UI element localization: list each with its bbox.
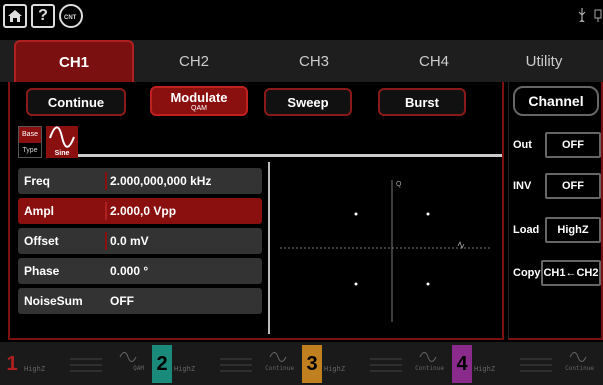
out-row: Out OFF <box>513 132 603 158</box>
wave-type-row: Base Type Sine <box>18 126 502 158</box>
channel-1-status[interactable]: 1 HighZ QAM <box>2 345 150 383</box>
sine-icon <box>49 126 75 148</box>
channel-mode: Continue <box>415 365 444 372</box>
sine-icon <box>419 352 437 362</box>
square-wave-icon <box>220 358 252 372</box>
load-row: Load HighZ <box>513 217 603 243</box>
out-toggle[interactable]: OFF <box>545 132 601 158</box>
param-cursor <box>105 202 107 220</box>
constellation-point <box>354 212 358 216</box>
channel-load: HighZ <box>24 365 46 373</box>
param-label: Freq <box>24 174 51 188</box>
channel-number: 2 <box>152 345 172 383</box>
modulate-label: Modulate <box>170 90 228 105</box>
inv-label: INV <box>513 180 532 192</box>
param-label: Phase <box>24 264 60 278</box>
channel-mode: Continue <box>265 365 294 372</box>
sine-icon <box>119 352 137 362</box>
constellation-display: Q <box>268 162 502 334</box>
svg-text:CNT: CNT <box>64 15 77 21</box>
out-label: Out <box>513 139 532 151</box>
modulate-sub-label: QAM <box>191 105 207 112</box>
main-panel: Continue Modulate QAM Sweep Burst Base T… <box>8 82 504 340</box>
channel-tabs: CH1 CH2 CH3 CH4 Utility <box>0 40 603 82</box>
param-freq[interactable]: Freq 2.000,000,000 kHz <box>18 168 262 194</box>
param-value: 2.000,0 Vpp <box>110 204 177 218</box>
sine-icon <box>269 352 287 362</box>
param-cursor <box>105 232 107 250</box>
counter-icon[interactable]: CNT <box>59 4 83 28</box>
copy-button[interactable]: CH1←CH2 <box>541 260 601 286</box>
type-label: Type <box>22 147 38 154</box>
constellation-point <box>354 282 358 286</box>
modulate-button[interactable]: Modulate QAM <box>150 86 248 116</box>
base-type-selector[interactable]: Base Type <box>18 126 42 158</box>
param-cursor <box>105 172 107 190</box>
channel-number: 4 <box>452 345 472 383</box>
param-label: NoiseSum <box>24 294 83 308</box>
param-phase[interactable]: Phase 0.000 ° <box>18 258 262 284</box>
sine-icon <box>569 352 587 362</box>
type-divider <box>78 154 502 157</box>
sweep-button[interactable]: Sweep <box>264 88 352 116</box>
sine-wave-button[interactable]: Sine <box>46 126 78 158</box>
sine-label: Sine <box>54 150 70 157</box>
top-bar: ? CNT <box>0 0 603 40</box>
tab-ch3[interactable]: CH3 <box>254 40 374 82</box>
param-offset[interactable]: Offset 0.0 mV <box>18 228 262 254</box>
channel-2-status[interactable]: 2 HighZ Continue <box>152 345 300 383</box>
channel-load: HighZ <box>174 365 196 373</box>
channel-mode: QAM <box>133 365 144 372</box>
param-list: Freq 2.000,000,000 kHz Ampl 2.000,0 Vpp … <box>18 168 262 318</box>
square-wave-icon <box>520 358 552 372</box>
channel-number: 3 <box>302 345 322 383</box>
param-value: OFF <box>110 294 134 308</box>
channel-mode: Continue <box>565 365 594 372</box>
param-noisesum[interactable]: NoiseSum OFF <box>18 288 262 314</box>
inv-toggle[interactable]: OFF <box>545 173 601 199</box>
usb-icon <box>577 8 587 25</box>
param-ampl[interactable]: Ampl 2.000,0 Vpp <box>18 198 262 224</box>
channel-status-bar: 1 HighZ QAM 2 HighZ Continue 3 HighZ Con… <box>0 342 603 385</box>
continue-button[interactable]: Continue <box>26 88 126 116</box>
constellation-point <box>426 282 430 286</box>
param-value: 0.0 mV <box>110 234 149 248</box>
channel-load: HighZ <box>324 365 346 373</box>
tab-utility[interactable]: Utility <box>484 40 603 82</box>
channel-title: Channel <box>513 86 599 116</box>
plug-icon <box>593 8 603 25</box>
param-value: 2.000,000,000 kHz <box>110 174 212 188</box>
channel-load: HighZ <box>474 365 496 373</box>
copy-row: Copy CH1←CH2 <box>513 260 603 286</box>
channel-number: 1 <box>6 352 18 375</box>
channel-settings-panel: Channel Out OFF INV OFF Load HighZ Copy … <box>508 82 603 340</box>
channel-3-status[interactable]: 3 HighZ Continue <box>302 345 450 383</box>
tab-ch4[interactable]: CH4 <box>374 40 494 82</box>
param-value: 0.000 ° <box>110 264 149 278</box>
square-wave-icon <box>370 358 402 372</box>
burst-button[interactable]: Burst <box>378 88 466 116</box>
tab-ch2[interactable]: CH2 <box>134 40 254 82</box>
load-label: Load <box>513 224 540 236</box>
base-label: Base <box>19 127 41 143</box>
square-wave-icon <box>70 358 102 372</box>
load-button[interactable]: HighZ <box>545 217 601 243</box>
tab-ch1[interactable]: CH1 <box>14 40 134 82</box>
constellation-point <box>426 212 430 216</box>
axis-tick-marks <box>457 240 465 250</box>
help-icon[interactable]: ? <box>31 4 55 28</box>
home-icon[interactable] <box>3 4 27 28</box>
param-label: Offset <box>24 234 59 248</box>
inv-row: INV OFF <box>513 173 603 199</box>
q-axis-label: Q <box>396 181 402 188</box>
channel-4-status[interactable]: 4 HighZ Continue <box>452 345 600 383</box>
param-label: Ampl <box>24 204 54 218</box>
